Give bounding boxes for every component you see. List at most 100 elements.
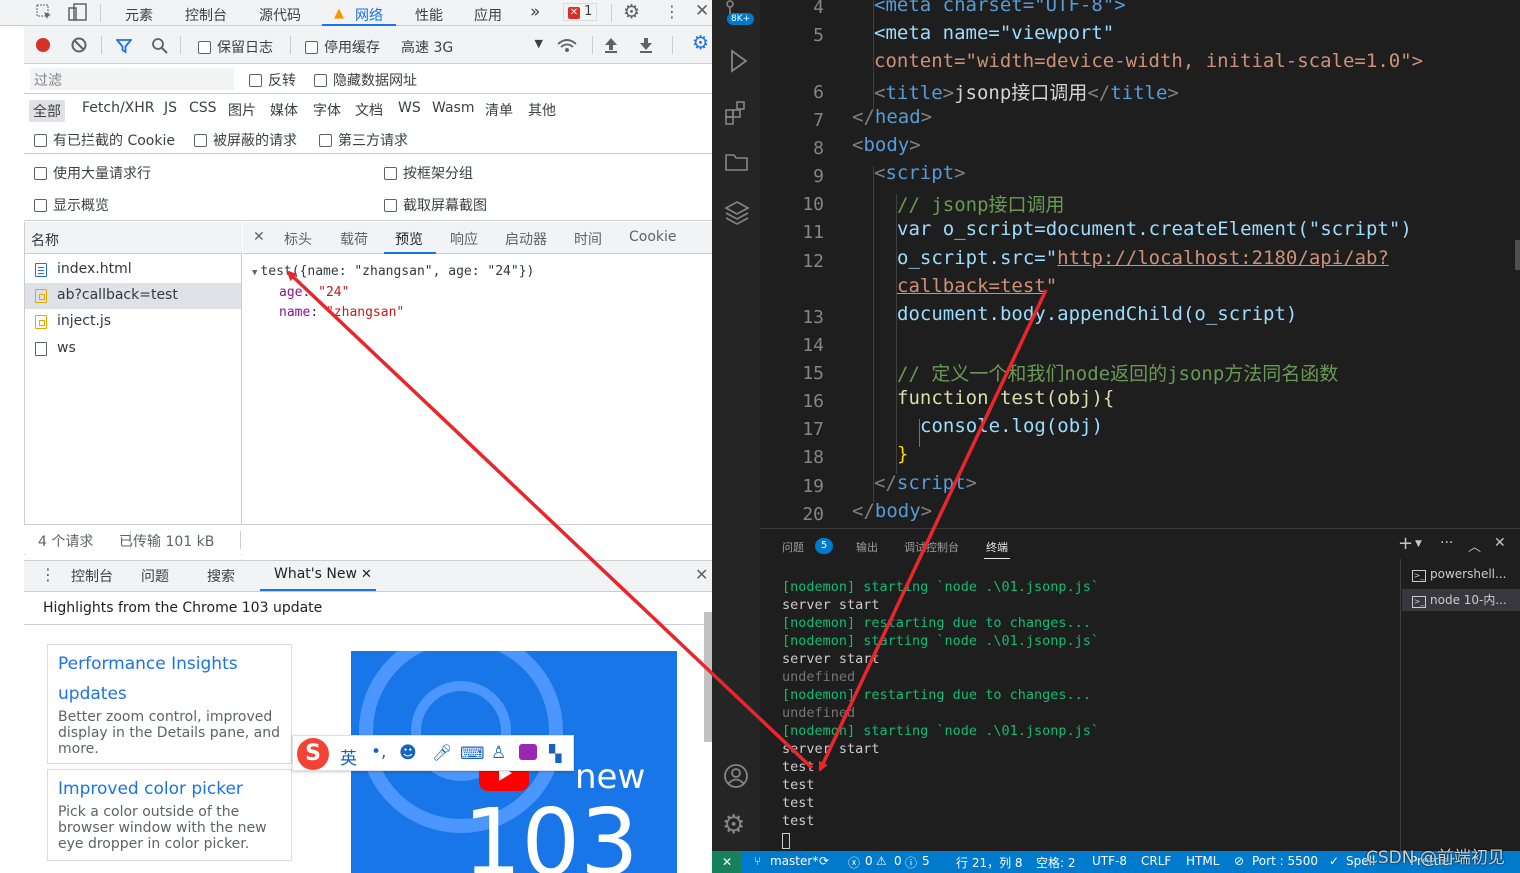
clear-icon[interactable] (71, 37, 87, 53)
filter-chip-media[interactable]: 媒体 (270, 100, 298, 120)
punctuation-icon[interactable]: •, (371, 742, 386, 762)
code-line-16[interactable]: function test(obj){ (897, 387, 1114, 409)
group-by-frame-checkbox[interactable]: 按框架分组 (384, 163, 473, 183)
code-line-12[interactable]: o_script.src="http://localhost:2180/api/… (897, 247, 1389, 269)
folder-icon[interactable] (724, 150, 750, 174)
code-line-11[interactable]: var o_script=document.createElement("scr… (897, 218, 1412, 240)
tab-initiator[interactable]: 启动器 (505, 229, 547, 249)
filter-chip-manifest[interactable]: 清单 (485, 100, 513, 120)
tab-timing[interactable]: 时间 (574, 229, 602, 249)
code-link[interactable]: callback=test (897, 275, 1046, 297)
blocked-cookies-checkbox[interactable]: 有已拦截的 Cookie (34, 130, 175, 150)
terminal-list-item-node[interactable]: >_ node 10-内... (1402, 589, 1520, 611)
filter-chip-other[interactable]: 其他 (528, 100, 556, 120)
network-conditions-icon[interactable] (556, 36, 578, 54)
tab-elements[interactable]: 元素 (125, 5, 153, 25)
warning-count[interactable]: 0 (894, 854, 902, 868)
card-title[interactable]: Improved color picker (48, 770, 291, 804)
close-devtools-icon[interactable]: ✕ (695, 1, 709, 21)
drawer-menu-icon[interactable]: ⋮ (40, 565, 56, 584)
language-mode[interactable]: HTML (1186, 854, 1219, 868)
code-line-20[interactable]: </body> (852, 500, 932, 522)
export-har-icon[interactable] (638, 36, 654, 54)
filter-chip-doc[interactable]: 文档 (355, 100, 383, 120)
info-count[interactable]: 5 (922, 854, 930, 868)
filter-icon[interactable] (115, 38, 133, 54)
tab-preview[interactable]: 预览 (395, 229, 423, 249)
user-icon[interactable]: ♙ (491, 743, 506, 763)
layers-icon[interactable] (724, 200, 750, 226)
record-icon[interactable] (36, 38, 50, 52)
tab-application[interactable]: 应用 (474, 5, 502, 25)
filter-chip-font[interactable]: 字体 (313, 100, 341, 120)
code-line-6[interactable]: <title>jsonp接口调用</title> (874, 78, 1179, 105)
panel-tab-debug-console[interactable]: 调试控制台 (904, 539, 959, 555)
skin-shirt-icon[interactable] (519, 744, 537, 760)
throttling-select[interactable]: 高速 3G ▼ (401, 37, 543, 57)
code-line-5[interactable]: <meta name="viewport" (874, 22, 1114, 44)
filter-chip-ws[interactable]: WS (398, 100, 421, 116)
drawer-tab-whats-new[interactable]: What's New (274, 566, 357, 582)
hide-data-urls-checkbox[interactable]: 隐藏数据网址 (314, 70, 417, 90)
tab-cookies[interactable]: Cookie (629, 229, 677, 245)
panel-tab-terminal[interactable]: 终端 (986, 539, 1008, 555)
tab-performance[interactable]: 性能 (415, 5, 443, 25)
tab-console[interactable]: 控制台 (185, 5, 227, 25)
panel-tab-problems[interactable]: 问题 (782, 539, 804, 555)
error-count[interactable]: 0 (865, 854, 873, 868)
emoji-icon[interactable]: ☻ (399, 743, 417, 763)
ime-toolbar[interactable]: S 英 •, ☻ 🎤︎ ⌨ ♙ ▚ (292, 735, 574, 771)
code-line-5-wrap[interactable]: content="width=device-width, initial-sca… (874, 50, 1423, 72)
encoding[interactable]: UTF-8 (1092, 854, 1127, 868)
kebab-menu-icon[interactable]: ⋮ (664, 2, 680, 21)
close-drawer-icon[interactable]: ✕ (695, 565, 708, 584)
code-line-10[interactable]: // jsonp接口调用 (897, 190, 1065, 217)
large-rows-checkbox[interactable]: 使用大量请求行 (34, 163, 151, 183)
code-line-9[interactable]: <script> (874, 162, 966, 184)
code-line-19[interactable]: </script> (874, 472, 977, 494)
run-debug-icon[interactable] (724, 48, 750, 74)
code-line-8[interactable]: <body> (852, 134, 921, 156)
show-overview-checkbox[interactable]: 显示概览 (34, 195, 109, 215)
request-row-ws[interactable]: ws (25, 336, 241, 362)
close-whats-new-icon[interactable]: ✕ (361, 567, 372, 582)
branch-name[interactable]: master* (770, 854, 818, 868)
third-party-checkbox[interactable]: 第三方请求 (319, 130, 408, 150)
filter-chip-img[interactable]: 图片 (228, 100, 256, 120)
disable-cache-checkbox[interactable]: 停用缓存 (305, 37, 380, 57)
device-toolbar-icon[interactable] (68, 3, 88, 21)
close-detail-icon[interactable]: ✕ (253, 229, 265, 245)
maximize-panel-icon[interactable]: ︿ (1468, 536, 1481, 555)
drawer-tab-search[interactable]: 搜索 (207, 566, 235, 586)
request-row-inject-js[interactable]: inject.js (25, 309, 241, 335)
drawer-scrollbar[interactable] (704, 612, 712, 742)
code-line-18[interactable]: } (897, 443, 908, 465)
network-settings-gear-icon[interactable]: ⚙ (692, 32, 709, 54)
live-server-port[interactable]: Port : 5500 (1252, 854, 1318, 868)
code-line-7[interactable]: </head> (852, 106, 932, 128)
request-row-index-html[interactable]: index.html (25, 257, 241, 283)
tab-payload[interactable]: 载荷 (340, 229, 368, 249)
capture-screenshots-checkbox[interactable]: 截取屏幕截图 (384, 195, 487, 215)
manage-gear-icon[interactable]: ⚙ (722, 810, 745, 840)
apps-grid-icon[interactable]: ▚ (549, 744, 561, 763)
indentation[interactable]: 空格: 2 (1036, 854, 1076, 871)
tab-sources[interactable]: 源代码 (259, 5, 301, 25)
preview-summary[interactable]: ▼ test({name: "zhangsan", age: "24"}) (252, 262, 534, 283)
filter-input[interactable]: 过滤 (30, 68, 234, 90)
more-actions-icon[interactable]: ··· (1440, 535, 1453, 551)
microphone-icon[interactable]: 🎤︎ (432, 743, 452, 762)
code-link[interactable]: http://localhost:2180/api/ab? (1057, 247, 1389, 269)
new-terminal-icon[interactable]: + (1398, 533, 1413, 554)
filter-chip-css[interactable]: CSS (189, 100, 217, 116)
code-line-15[interactable]: // 定义一个和我们node返回的jsonp方法同名函数 (897, 359, 1338, 386)
tab-network[interactable]: 网络 (355, 5, 383, 25)
panel-tab-output[interactable]: 输出 (856, 539, 878, 555)
chevron-down-icon[interactable]: ▼ (1415, 539, 1422, 549)
whats-new-card[interactable]: Performance Insights updates Better zoom… (47, 644, 292, 764)
filter-chip-all[interactable]: 全部 (29, 100, 65, 122)
ime-lang-label[interactable]: 英 (340, 744, 357, 769)
drawer-tab-console[interactable]: 控制台 (71, 566, 113, 586)
keyboard-icon[interactable]: ⌨ (460, 744, 485, 764)
terminal-list-item-powershell[interactable]: >_ powershell... (1412, 567, 1520, 587)
